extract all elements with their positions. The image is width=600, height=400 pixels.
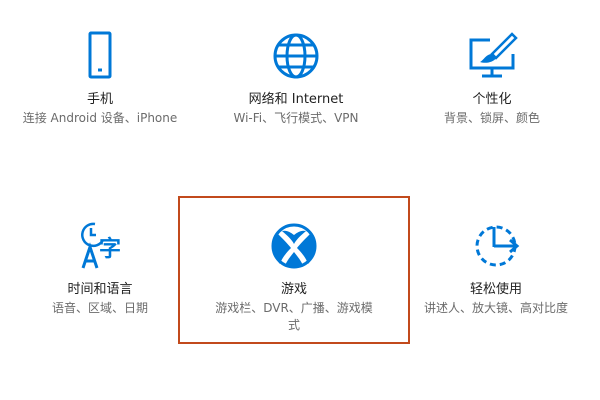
settings-tile-gaming[interactable]: 游戏 游戏栏、DVR、广播、游戏模式 [194,220,394,334]
paint-monitor-icon [466,30,518,82]
globe-icon [270,30,322,82]
settings-tile-time-language[interactable]: 字 时间和语言 语音、区域、日期 [0,220,200,317]
tile-desc-ease-of-access: 讲述人、放大镜、高对比度 [423,301,568,315]
tile-desc-time-language: 语音、区域、日期 [51,301,148,315]
ease-of-access-icon [470,220,522,272]
settings-tile-phone[interactable]: 手机 连接 Android 设备、iPhone [0,30,200,127]
tile-desc-personalization: 背景、锁屏、颜色 [443,111,540,125]
tile-desc-gaming: 游戏栏、DVR、广播、游戏模式 [215,301,373,332]
tile-title-gaming: 游戏 [280,282,307,297]
tile-desc-network: Wi-Fi、飞行模式、VPN [233,111,359,125]
tile-title-personalization: 个性化 [472,92,512,107]
svg-text:字: 字 [99,236,121,262]
settings-tile-personalization[interactable]: 个性化 背景、锁屏、颜色 [392,30,592,127]
time-language-icon: 字 [74,220,126,272]
tile-title-phone: 手机 [86,92,113,107]
xbox-icon [268,220,320,272]
phone-icon [74,30,126,82]
settings-tile-ease-of-access[interactable]: 轻松使用 讲述人、放大镜、高对比度 [396,220,596,317]
tile-desc-phone: 连接 Android 设备、iPhone [22,111,178,125]
tile-title-time-language: 时间和语言 [67,282,133,297]
settings-tile-network[interactable]: 网络和 Internet Wi-Fi、飞行模式、VPN [196,30,396,127]
tile-title-ease-of-access: 轻松使用 [469,282,522,297]
tile-title-network: 网络和 Internet [248,92,344,107]
